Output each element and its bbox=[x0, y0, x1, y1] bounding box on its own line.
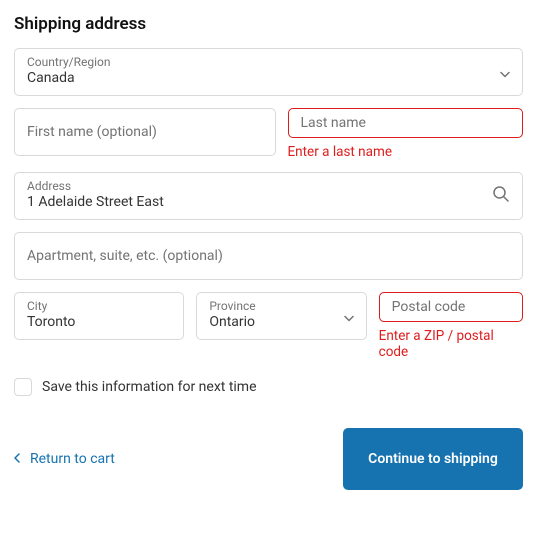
search-icon bbox=[492, 185, 510, 207]
last-name-error: Enter a last name bbox=[288, 144, 524, 160]
return-to-cart-link[interactable]: Return to cart bbox=[14, 451, 115, 467]
first-name-field[interactable]: First name (optional) bbox=[14, 108, 276, 156]
postal-code-field[interactable]: Postal code bbox=[379, 292, 523, 322]
postal-code-placeholder: Postal code bbox=[392, 299, 510, 315]
city-value: Toronto bbox=[27, 313, 171, 333]
city-label: City bbox=[27, 299, 171, 313]
address-label: Address bbox=[27, 179, 510, 193]
country-label: Country/Region bbox=[27, 55, 510, 69]
apartment-field[interactable]: Apartment, suite, etc. (optional) bbox=[14, 232, 523, 280]
apartment-placeholder: Apartment, suite, etc. (optional) bbox=[27, 248, 510, 264]
province-label: Province bbox=[209, 299, 353, 313]
last-name-placeholder: Last name bbox=[301, 115, 511, 131]
address-field[interactable]: Address 1 Adelaide Street East bbox=[14, 172, 523, 220]
chevron-left-icon bbox=[14, 451, 20, 467]
page-title: Shipping address bbox=[14, 14, 523, 34]
province-value: Ontario bbox=[209, 313, 353, 333]
country-value: Canada bbox=[27, 69, 510, 89]
address-value: 1 Adelaide Street East bbox=[27, 193, 510, 213]
chevron-down-icon bbox=[500, 63, 510, 82]
first-name-placeholder: First name (optional) bbox=[27, 124, 263, 140]
save-info-checkbox[interactable] bbox=[14, 378, 32, 396]
return-link-text: Return to cart bbox=[30, 451, 115, 467]
last-name-field[interactable]: Last name bbox=[288, 108, 524, 138]
province-select[interactable]: Province Ontario bbox=[196, 292, 366, 340]
country-select[interactable]: Country/Region Canada bbox=[14, 48, 523, 96]
chevron-down-icon bbox=[344, 307, 354, 326]
city-field[interactable]: City Toronto bbox=[14, 292, 184, 340]
continue-to-shipping-button[interactable]: Continue to shipping bbox=[343, 428, 523, 490]
postal-code-error: Enter a ZIP / postal code bbox=[379, 328, 523, 360]
save-info-label: Save this information for next time bbox=[42, 379, 257, 395]
